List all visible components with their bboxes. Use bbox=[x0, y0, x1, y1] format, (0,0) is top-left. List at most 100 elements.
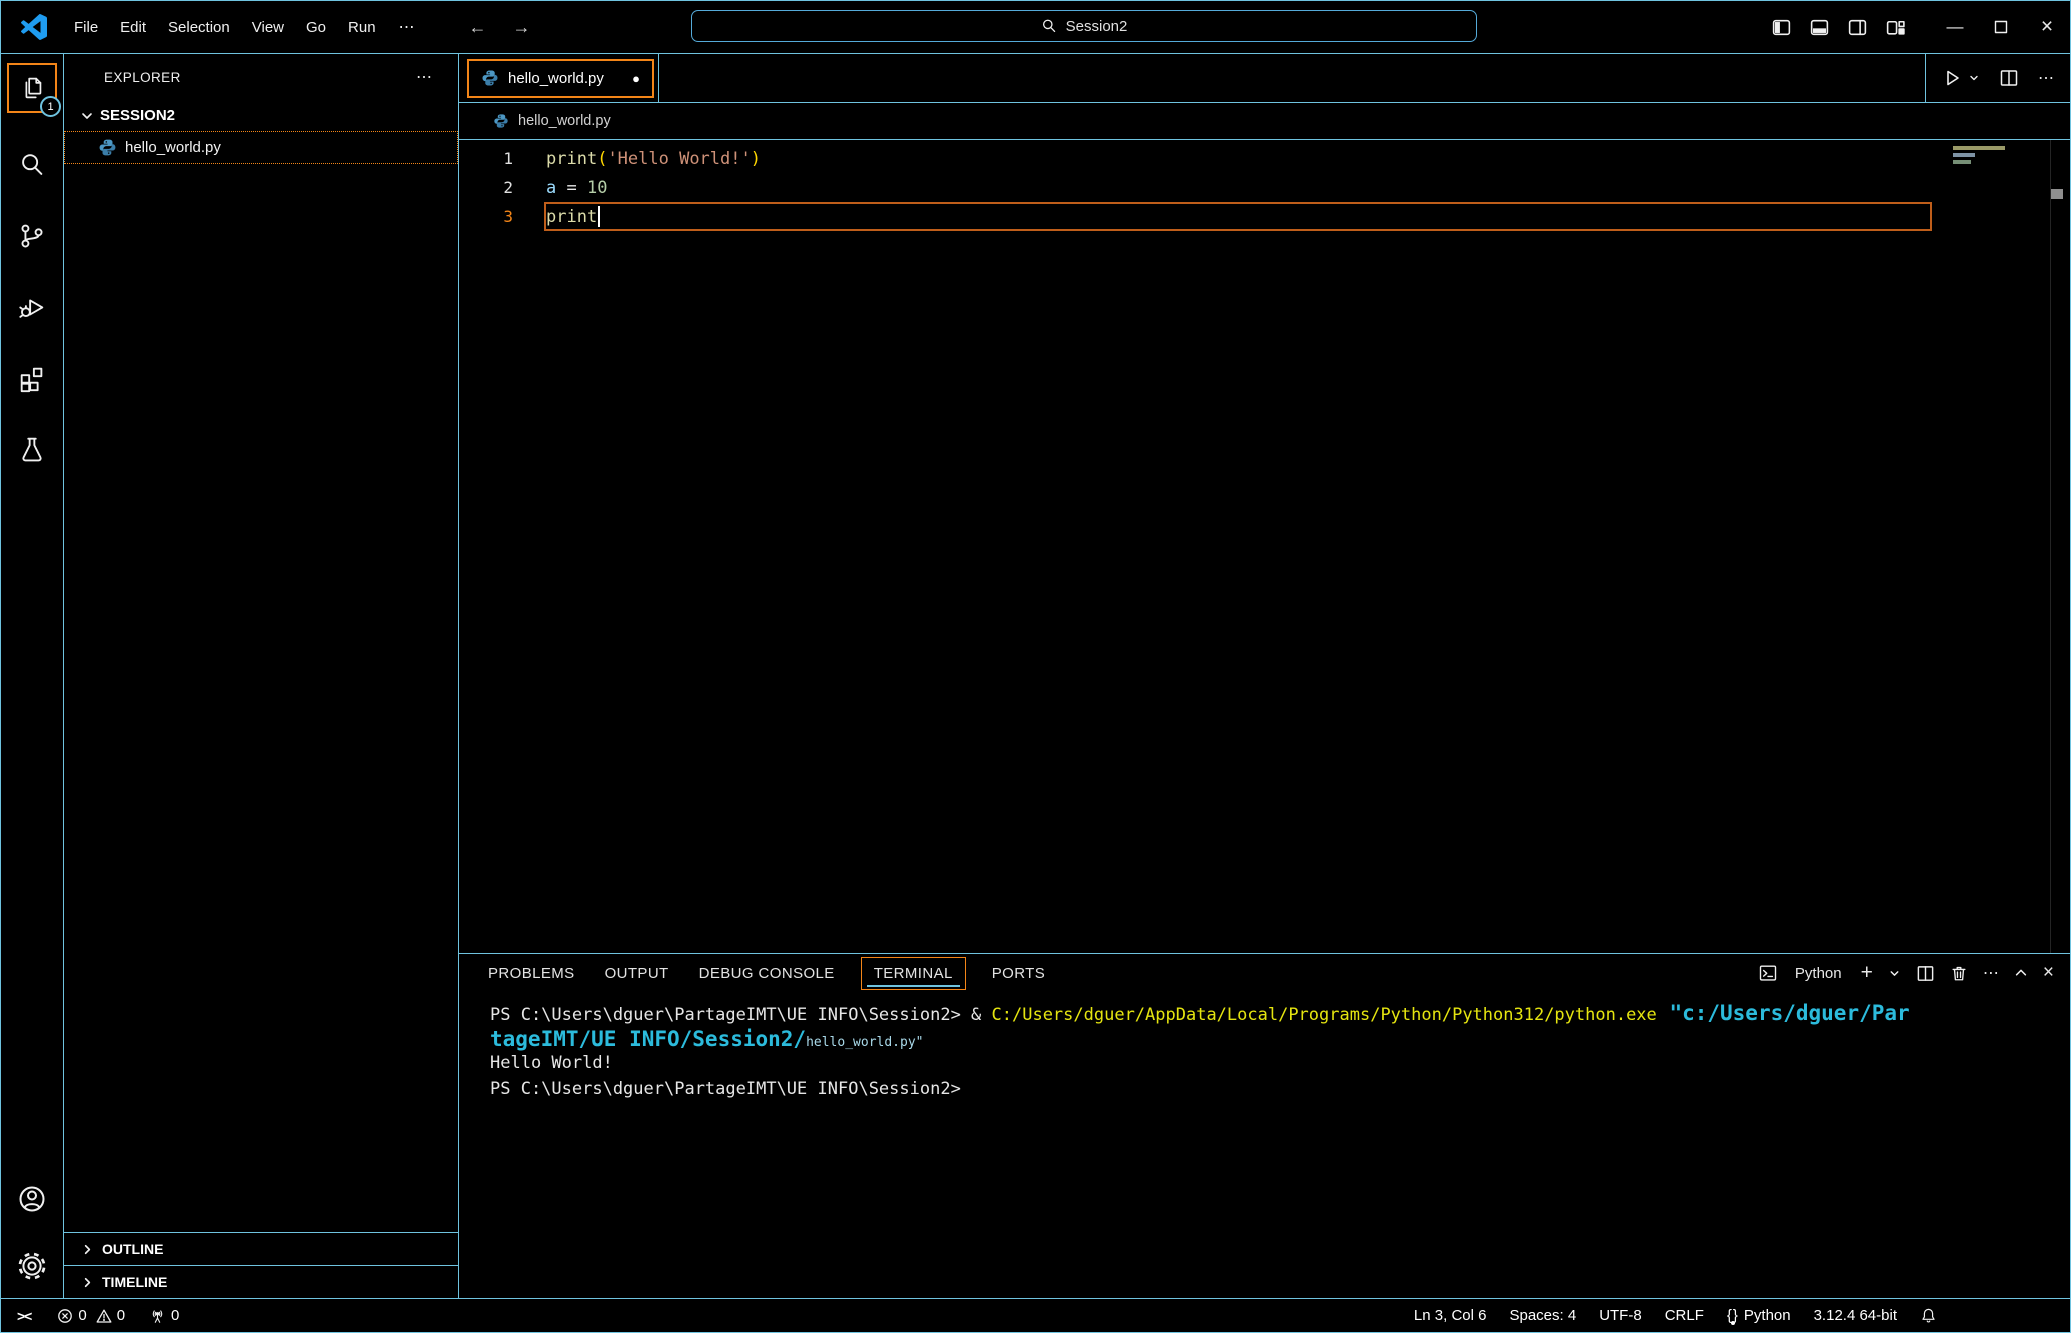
minimize-button[interactable]: — bbox=[1932, 1, 1978, 53]
new-terminal-icon[interactable]: + bbox=[1861, 961, 1873, 985]
activity-settings[interactable] bbox=[1, 1234, 64, 1298]
python-file-icon bbox=[493, 113, 509, 129]
panel-more-actions-icon[interactable]: ⋯ bbox=[1983, 963, 1999, 983]
toggle-primary-sidebar-icon[interactable] bbox=[1771, 17, 1792, 38]
indentation[interactable]: Spaces: 4 bbox=[1509, 1307, 1576, 1324]
chevron-right-icon bbox=[80, 1275, 95, 1290]
menu-run[interactable]: Run bbox=[337, 19, 387, 36]
terminal-dropdown-icon[interactable] bbox=[1888, 967, 1901, 980]
vscode-window: File Edit Selection View Go Run ⋯ ← → Se… bbox=[0, 0, 2071, 1333]
activity-testing[interactable] bbox=[1, 413, 64, 484]
language-mode[interactable]: {} Python bbox=[1727, 1307, 1791, 1324]
terminal-line: PS C:\Users\dguer\PartageIMT\UE INFO\Ses… bbox=[490, 1001, 2070, 1027]
run-python-file-button[interactable] bbox=[1942, 68, 1980, 88]
tab-output[interactable]: OUTPUT bbox=[604, 957, 670, 990]
file-hello-world-label: hello_world.py bbox=[125, 139, 221, 156]
command-center-search[interactable]: Session2 bbox=[691, 10, 1477, 42]
run-debug-icon bbox=[17, 292, 47, 322]
code-editor[interactable]: 1 print('Hello World!') 2 a = 10 3 print bbox=[459, 140, 2070, 953]
close-window-button[interactable]: × bbox=[2024, 1, 2070, 53]
dirty-indicator-icon[interactable]: ● bbox=[632, 71, 640, 86]
tab-terminal[interactable]: TERMINAL bbox=[861, 957, 966, 990]
bottom-panel: PROBLEMS OUTPUT DEBUG CONSOLE TERMINAL P… bbox=[459, 953, 2070, 1298]
explorer-sidebar: EXPLORER ⋯ SESSION2 hello_world.py bbox=[64, 54, 459, 1298]
activity-search[interactable] bbox=[1, 129, 64, 200]
split-editor-icon[interactable] bbox=[1999, 68, 2019, 88]
search-sidebar-icon bbox=[17, 150, 47, 180]
breadcrumb[interactable]: hello_world.py bbox=[459, 103, 2070, 140]
notifications-bell-icon[interactable] bbox=[1920, 1307, 1937, 1324]
problems-status[interactable]: 0 0 bbox=[57, 1307, 125, 1324]
file-hello-world[interactable]: hello_world.py bbox=[64, 131, 458, 164]
activity-source-control[interactable] bbox=[1, 200, 64, 271]
encoding[interactable]: UTF-8 bbox=[1599, 1307, 1642, 1324]
error-icon bbox=[57, 1308, 73, 1324]
explorer-more-actions-icon[interactable]: ⋯ bbox=[416, 67, 432, 87]
menu-view[interactable]: View bbox=[241, 19, 295, 36]
split-terminal-icon[interactable] bbox=[1916, 964, 1935, 983]
code-line-2: 2 a = 10 bbox=[459, 173, 2070, 202]
ports-status[interactable]: 0 bbox=[149, 1307, 179, 1324]
menu-more-icon[interactable]: ⋯ bbox=[387, 17, 427, 37]
terminal[interactable]: PS C:\Users\dguer\PartageIMT\UE INFO\Ses… bbox=[459, 992, 2070, 1298]
nav-forward-icon[interactable]: → bbox=[513, 17, 531, 38]
kill-terminal-trash-icon[interactable] bbox=[1950, 964, 1968, 982]
tab-label: hello_world.py bbox=[508, 70, 604, 87]
customize-layout-icon[interactable] bbox=[1885, 17, 1906, 38]
chevron-down-icon bbox=[79, 108, 95, 124]
cursor-position[interactable]: Ln 3, Col 6 bbox=[1414, 1307, 1487, 1324]
braces-icon: {} bbox=[1727, 1307, 1739, 1324]
outline-label: OUTLINE bbox=[102, 1241, 163, 1257]
radio-tower-icon bbox=[149, 1307, 166, 1324]
nav-back-icon[interactable]: ← bbox=[469, 17, 487, 38]
minimap[interactable] bbox=[1953, 146, 2048, 164]
tab-hello-world[interactable]: hello_world.py ● bbox=[467, 59, 654, 98]
vscode-logo-icon bbox=[21, 14, 47, 40]
python-interpreter[interactable]: 3.12.4 64-bit bbox=[1814, 1307, 1897, 1324]
source-control-icon bbox=[17, 221, 47, 251]
activity-bar: 1 bbox=[1, 54, 64, 1298]
search-icon bbox=[1041, 18, 1057, 34]
scrollbar-track bbox=[2050, 140, 2051, 953]
menu-edit[interactable]: Edit bbox=[109, 19, 157, 36]
menu-selection[interactable]: Selection bbox=[157, 19, 241, 36]
extensions-icon bbox=[17, 363, 47, 393]
tab-ports[interactable]: PORTS bbox=[991, 957, 1046, 990]
toggle-secondary-sidebar-icon[interactable] bbox=[1847, 17, 1868, 38]
terminal-line: Hello World! bbox=[490, 1053, 2070, 1079]
eol-sequence[interactable]: CRLF bbox=[1665, 1307, 1704, 1324]
terminal-shell-label[interactable]: Python bbox=[1795, 965, 1842, 982]
explorer-badge: 1 bbox=[40, 96, 61, 117]
terminal-line: tageIMT/UE INFO/Session2/hello_world.py" bbox=[490, 1027, 2070, 1053]
line-number: 3 bbox=[459, 207, 546, 226]
folder-session2[interactable]: SESSION2 bbox=[64, 100, 458, 131]
code-line-1: 1 print('Hello World!') bbox=[459, 144, 2070, 173]
activity-extensions[interactable] bbox=[1, 342, 64, 413]
menu-go[interactable]: Go bbox=[295, 19, 337, 36]
maximize-button[interactable] bbox=[1978, 1, 2024, 53]
activity-explorer[interactable]: 1 bbox=[7, 63, 57, 113]
warning-icon bbox=[96, 1308, 112, 1324]
current-line-highlight bbox=[544, 202, 1932, 231]
maximize-panel-icon[interactable] bbox=[2014, 966, 2028, 980]
close-panel-icon[interactable]: × bbox=[2043, 962, 2054, 984]
timeline-section-header[interactable]: TIMELINE bbox=[64, 1265, 458, 1298]
tab-debug-console[interactable]: DEBUG CONSOLE bbox=[698, 957, 836, 990]
account-icon bbox=[16, 1183, 48, 1215]
activity-run-debug[interactable] bbox=[1, 271, 64, 342]
editor-tab-bar: hello_world.py ● ⋯ bbox=[459, 54, 2070, 103]
editor-more-actions-icon[interactable]: ⋯ bbox=[2038, 68, 2054, 88]
python-file-icon bbox=[98, 138, 117, 157]
menu-file[interactable]: File bbox=[63, 19, 109, 36]
toggle-panel-icon[interactable] bbox=[1809, 17, 1830, 38]
activity-accounts[interactable] bbox=[1, 1163, 64, 1234]
settings-gear-icon bbox=[16, 1250, 48, 1282]
status-bar: >< 0 0 0 Ln 3, Col 6 Spaces: 4 UTF-8 CRL… bbox=[1, 1298, 2070, 1332]
tab-problems[interactable]: PROBLEMS bbox=[487, 957, 576, 990]
scrollbar-slider[interactable] bbox=[2051, 189, 2063, 199]
remote-indicator[interactable]: >< bbox=[17, 1308, 31, 1324]
outline-section-header[interactable]: OUTLINE bbox=[64, 1232, 458, 1265]
folder-session2-label: SESSION2 bbox=[100, 107, 175, 124]
panel-tab-bar: PROBLEMS OUTPUT DEBUG CONSOLE TERMINAL P… bbox=[459, 954, 2070, 992]
code-line-3-active: 3 print bbox=[459, 202, 2070, 231]
